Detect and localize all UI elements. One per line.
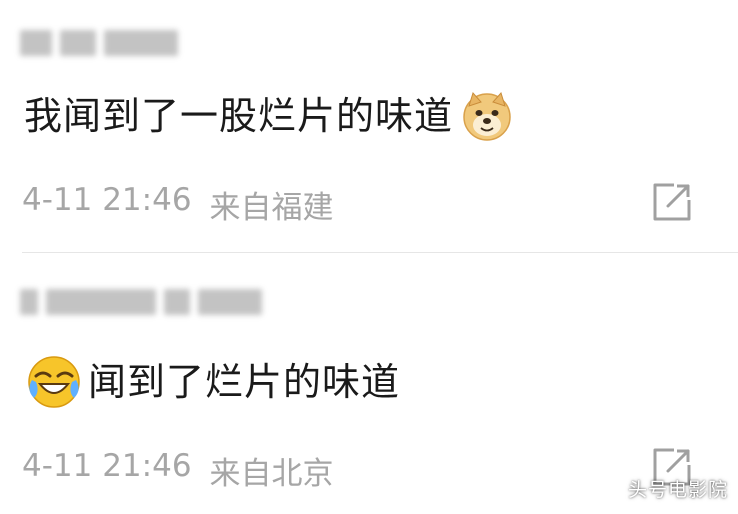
username-blurred[interactable] bbox=[20, 26, 190, 60]
comment-location: 来自北京 bbox=[209, 456, 334, 492]
comment-text-row: 闻到了烂片的味道 bbox=[26, 354, 400, 410]
comment-time: 4-11 21:46 bbox=[22, 182, 192, 218]
username-blurred[interactable] bbox=[20, 285, 266, 319]
comment-meta: 4-11 21:46 来自北京 bbox=[22, 448, 334, 493]
comment-item-1[interactable]: 我闻到了一股烂片的味道 4-11 21:46 来自福建 bbox=[0, 0, 738, 253]
doge-emoji-icon bbox=[461, 90, 513, 142]
comment-text-row: 我闻到了一股烂片的味道 bbox=[24, 90, 513, 142]
comment-location: 来自福建 bbox=[209, 190, 334, 226]
comment-text: 我闻到了一股烂片的味道 bbox=[24, 94, 454, 138]
watermark: 头号电影院 bbox=[627, 479, 728, 501]
comment-meta: 4-11 21:46 来自福建 bbox=[22, 182, 334, 227]
comment-time: 4-11 21:46 bbox=[22, 448, 192, 484]
share-icon[interactable] bbox=[652, 182, 692, 222]
comment-text: 闻到了烂片的味道 bbox=[88, 360, 401, 404]
laugh-cry-emoji-icon bbox=[26, 354, 82, 410]
